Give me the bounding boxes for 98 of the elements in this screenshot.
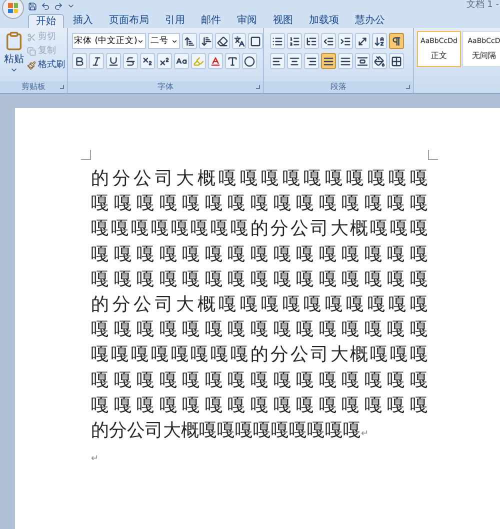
bold-button[interactable] (72, 53, 87, 69)
phonetic-guide-icon (234, 36, 245, 46)
ribbon-tab[interactable]: 加载项 (302, 14, 346, 28)
copy-icon (27, 47, 36, 56)
italic-icon (91, 56, 102, 66)
caret-icon (171, 38, 178, 44)
shaded-letter-button[interactable] (225, 53, 240, 69)
ribbon-tab[interactable]: 慧办公 (348, 14, 392, 28)
paint-bucket-icon (374, 56, 385, 66)
eraser-icon (217, 36, 228, 46)
save-icon[interactable] (28, 2, 37, 10)
superscript-icon (159, 56, 170, 66)
grow-font-button[interactable] (182, 33, 197, 49)
change-case-icon (176, 56, 187, 66)
font-name-select[interactable]: 宋体 (中文正文) (72, 33, 146, 49)
paintbrush-icon (27, 61, 36, 70)
ribbon-tab[interactable]: 审阅 (230, 14, 264, 28)
square-icon (250, 36, 262, 46)
subscript-button[interactable] (140, 53, 155, 69)
shrink-font-button[interactable] (198, 33, 214, 49)
caret-icon (137, 38, 144, 44)
paint-bucket-button[interactable] (372, 53, 387, 69)
redo-icon[interactable] (54, 2, 63, 10)
ribbon-tab[interactable]: 页面布局 (102, 14, 156, 28)
eraser-button[interactable] (215, 33, 230, 49)
align-right-button[interactable] (304, 53, 319, 69)
clipboard-icon (4, 31, 24, 51)
multilevel-list-button[interactable] (304, 33, 319, 49)
scissors-icon (27, 33, 36, 42)
justify-icon (323, 56, 334, 66)
ribbon-tab[interactable]: 开始 (28, 14, 64, 28)
change-case-button[interactable] (174, 53, 189, 69)
line-spacing-icon (357, 56, 368, 66)
strikethrough-button[interactable] (123, 53, 138, 69)
ribbon-tab[interactable]: 邮件 (194, 14, 228, 28)
superscript-button[interactable] (157, 53, 172, 69)
align-center-icon (289, 56, 300, 66)
numbered-list-button[interactable] (287, 33, 302, 49)
align-left-icon (272, 56, 283, 66)
increase-indent-button[interactable] (338, 33, 353, 49)
line-spacing-button[interactable] (355, 53, 370, 69)
dialog-launcher-icon[interactable] (256, 85, 260, 89)
numbered-list-icon (289, 36, 300, 46)
increase-indent-icon (340, 36, 351, 46)
shrink-font-icon (200, 36, 212, 46)
group-label: 剪贴板 (22, 82, 46, 92)
sort-button[interactable] (372, 33, 387, 49)
ribbon-tab[interactable]: 引用 (158, 14, 192, 28)
decrease-indent-icon (323, 36, 334, 46)
customize-icon[interactable] (67, 2, 75, 10)
clipboard-item[interactable]: 格式刷 (27, 59, 65, 72)
italic-button[interactable] (89, 53, 104, 69)
distribute-icon (340, 56, 351, 66)
font-color-icon (210, 56, 221, 66)
circle-button[interactable] (242, 53, 257, 69)
bullet-list-icon (272, 36, 283, 46)
arrows-icon (357, 36, 368, 46)
sort-icon (374, 36, 385, 46)
office-button[interactable] (2, 0, 24, 19)
square-button[interactable] (248, 33, 263, 49)
highlighter-icon (193, 56, 204, 66)
pilcrow-icon (391, 36, 402, 46)
dialog-launcher-icon[interactable] (60, 85, 64, 89)
window-title: 文档 1 - (466, 0, 499, 12)
align-right-icon (306, 56, 317, 66)
ribbon-tab[interactable]: 视图 (266, 14, 300, 28)
group-label: 段落 (330, 82, 346, 92)
borders-button[interactable] (389, 53, 404, 69)
align-center-button[interactable] (287, 53, 302, 69)
arrows-button[interactable] (355, 33, 370, 49)
underline-button[interactable] (106, 53, 121, 69)
office-logo-icon (8, 3, 18, 13)
align-left-button[interactable] (270, 53, 285, 69)
dialog-launcher-icon[interactable] (406, 85, 410, 89)
paste-button[interactable]: 粘贴 (3, 31, 25, 81)
underline-icon (108, 56, 119, 66)
grow-font-icon (184, 36, 196, 46)
circle-icon (244, 56, 255, 66)
decrease-indent-button[interactable] (321, 33, 336, 49)
strikethrough-icon (125, 56, 136, 66)
borders-icon (391, 56, 402, 66)
ribbon-tab[interactable]: 插入 (66, 14, 100, 28)
font-color-button[interactable] (208, 53, 223, 69)
subscript-icon (142, 56, 153, 66)
bullet-list-button[interactable] (270, 33, 285, 49)
shaded-letter-icon (227, 56, 238, 66)
multilevel-list-icon (306, 36, 317, 46)
pilcrow-button[interactable] (389, 33, 404, 49)
group-label: 字体 (158, 82, 174, 92)
undo-icon[interactable] (41, 2, 50, 10)
phonetic-guide-button[interactable] (232, 33, 246, 49)
font-size-select[interactable]: 二号 (148, 33, 180, 49)
justify-button[interactable] (321, 53, 336, 69)
document-text: 的分公司大概嘎嘎嘎嘎嘎嘎嘎嘎嘎嘎 嘎嘎嘎嘎嘎嘎嘎嘎嘎嘎嘎嘎嘎嘎嘎 嘎嘎嘎嘎嘎嘎嘎嘎的分公司大概嘎嘎嘎 嘎嘎嘎嘎嘎嘎嘎嘎嘎嘎嘎嘎嘎嘎嘎 嘎嘎嘎嘎嘎嘎嘎嘎嘎嘎嘎嘎嘎嘎嘎 的分公司大概嘎嘎嘎嘎嘎嘎嘎嘎嘎嘎 嘎嘎嘎嘎嘎嘎嘎嘎嘎嘎嘎嘎嘎嘎嘎 嘎嘎嘎嘎嘎嘎嘎嘎的分公司大概嘎嘎嘎 嘎嘎嘎嘎嘎嘎嘎嘎嘎嘎嘎嘎嘎嘎嘎 嘎嘎嘎嘎嘎嘎嘎嘎嘎嘎嘎嘎嘎嘎嘎 的分公司大概嘎嘎嘎嘎嘎嘎嘎嘎嘎↵ (91, 167, 428, 444)
bold-icon (74, 56, 85, 66)
caret-icon (10, 66, 18, 74)
paragraph-mark: ↵ (91, 453, 99, 466)
distribute-button[interactable] (338, 53, 353, 69)
